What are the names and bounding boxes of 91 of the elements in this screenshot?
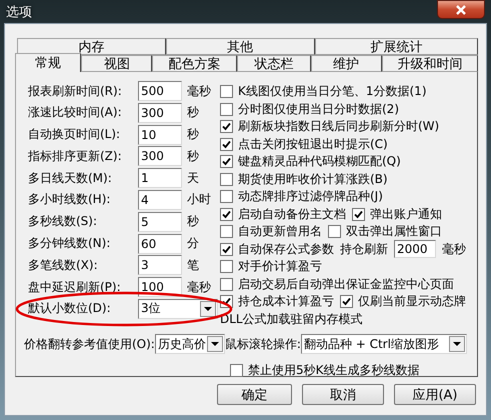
dropdown[interactable]: 翻动品种 + Ctrl缩放图形 bbox=[300, 334, 467, 354]
dropdown[interactable]: 3位 bbox=[138, 298, 218, 319]
checkbox-box[interactable] bbox=[220, 172, 233, 186]
caret-icon bbox=[204, 306, 212, 311]
tab[interactable]: 扩展统计 bbox=[314, 38, 478, 55]
checkbox-label: 自动保存公式参数 bbox=[238, 240, 334, 258]
field-label: 持仓刷新 bbox=[340, 240, 388, 258]
checkbox-label: 对手价计算盈亏 bbox=[238, 258, 322, 276]
input-field[interactable]: 300 bbox=[138, 146, 182, 166]
input-field[interactable]: 1 bbox=[138, 168, 182, 188]
tab[interactable]: 视图 bbox=[81, 55, 152, 72]
dropdown[interactable]: 历史高价 bbox=[154, 334, 225, 354]
check-icon bbox=[354, 210, 363, 219]
check-icon bbox=[222, 297, 231, 306]
check-icon bbox=[342, 297, 351, 306]
field-label: 多笔线数(X): bbox=[28, 256, 99, 274]
tab[interactable]: 常规 bbox=[15, 53, 82, 72]
checkbox-box[interactable] bbox=[220, 102, 233, 116]
input-field[interactable]: 5 bbox=[138, 212, 182, 232]
input-field[interactable]: 3 bbox=[138, 255, 182, 276]
input-field[interactable]: 500 bbox=[138, 81, 182, 101]
close-icon bbox=[455, 4, 467, 14]
checkbox-box[interactable] bbox=[220, 155, 233, 168]
field-label: 报表刷新时间(R): bbox=[28, 82, 123, 100]
dialog-button[interactable]: 应用(A) bbox=[394, 384, 476, 405]
checkbox-label: 弹出账户通知 bbox=[370, 206, 442, 223]
dialog-button[interactable]: 取消 bbox=[302, 384, 384, 405]
checkbox-label: 禁止使用5秒K线生成多秒线数据 bbox=[248, 362, 420, 379]
field-label: 价格翻转参考值使用(O): bbox=[24, 336, 155, 352]
checkbox-box[interactable] bbox=[220, 120, 233, 134]
checkbox[interactable]: 弹出账户通知 bbox=[352, 206, 442, 223]
unit-label: 天 bbox=[187, 170, 199, 187]
checkbox-box[interactable] bbox=[230, 364, 243, 377]
tab[interactable]: 内存 bbox=[17, 38, 166, 55]
checkbox-box[interactable] bbox=[220, 242, 233, 256]
checkbox-box[interactable] bbox=[220, 225, 233, 238]
checkbox-box[interactable] bbox=[220, 278, 233, 291]
check-icon bbox=[222, 210, 231, 219]
checkbox[interactable]: 对手价计算盈亏 bbox=[220, 258, 322, 276]
checkbox-box[interactable] bbox=[352, 208, 365, 221]
field-label: 多秒线数(S): bbox=[28, 213, 98, 230]
tab[interactable]: 状态栏 bbox=[237, 55, 311, 72]
field-label: 自动换页时间(L): bbox=[28, 126, 122, 144]
checkbox-box[interactable] bbox=[328, 225, 341, 238]
input-field[interactable]: 2000 bbox=[394, 240, 436, 258]
checkbox-label: 持仓成本计算盈亏 bbox=[238, 293, 334, 310]
checkbox-box[interactable] bbox=[220, 260, 233, 274]
caret-icon bbox=[452, 342, 461, 346]
field-label: 默认小数位(D): bbox=[28, 300, 112, 318]
unit-label: 秒 bbox=[187, 148, 199, 165]
input-field[interactable]: 60 bbox=[138, 234, 182, 254]
unit-label: 秒 bbox=[187, 126, 199, 144]
checkbox[interactable]: 禁止使用5秒K线生成多秒线数据 bbox=[230, 362, 471, 379]
checkbox[interactable]: 双击弹出属性窗口 bbox=[328, 223, 442, 240]
input-field[interactable]: 10 bbox=[138, 124, 182, 145]
tab[interactable]: 维护 bbox=[310, 55, 382, 72]
checkbox-box[interactable] bbox=[340, 295, 353, 308]
field-label: 鼠标滚轮操作: bbox=[224, 336, 301, 352]
field-label: 指标排序更新(Z): bbox=[28, 148, 123, 165]
checkbox[interactable]: 持仓成本计算盈亏 bbox=[220, 293, 334, 310]
tab[interactable]: 配色方案 bbox=[152, 55, 238, 72]
window-title: 选项 bbox=[5, 4, 32, 20]
field-label: 涨速比较时间(A): bbox=[28, 104, 123, 122]
checkbox-box[interactable] bbox=[220, 208, 233, 221]
tab[interactable]: 升级和时间 bbox=[382, 55, 478, 72]
unit-label: 秒 bbox=[187, 213, 199, 230]
close-button[interactable] bbox=[437, 0, 485, 19]
unit-label: 毫秒 bbox=[442, 240, 466, 258]
field-label: 盘中延迟刷新(P): bbox=[28, 278, 122, 296]
tab[interactable]: 其他 bbox=[166, 38, 315, 55]
input-field[interactable]: 4 bbox=[138, 190, 182, 210]
unit-label: 秒 bbox=[187, 104, 199, 122]
unit-label: 小时 bbox=[187, 191, 211, 208]
unit-label: 笔 bbox=[187, 256, 199, 274]
checkbox-box[interactable] bbox=[220, 85, 233, 98]
field-label: 多日线天数(M): bbox=[28, 170, 113, 187]
caret-icon bbox=[210, 342, 219, 346]
dialog-button[interactable]: 确定 bbox=[217, 384, 292, 405]
unit-label: 分 bbox=[187, 235, 199, 252]
unit-label: 毫秒 bbox=[187, 278, 211, 296]
checkbox-label: 自动更新曾用名 bbox=[238, 223, 322, 240]
check-icon bbox=[222, 244, 231, 254]
checkbox[interactable]: 自动保存公式参数 bbox=[220, 240, 334, 258]
field-label: 多分钟线数(N): bbox=[28, 235, 112, 252]
checkbox[interactable]: 自动更新曾用名 bbox=[220, 223, 322, 240]
checkbox-box[interactable] bbox=[220, 138, 233, 151]
field-label: 多小时线数(H): bbox=[28, 191, 112, 208]
input-field[interactable]: 300 bbox=[138, 102, 182, 123]
checkbox-label: 双击弹出属性窗口 bbox=[346, 223, 442, 240]
checkbox-box[interactable] bbox=[220, 190, 233, 204]
unit-label: 毫秒 bbox=[187, 82, 211, 100]
